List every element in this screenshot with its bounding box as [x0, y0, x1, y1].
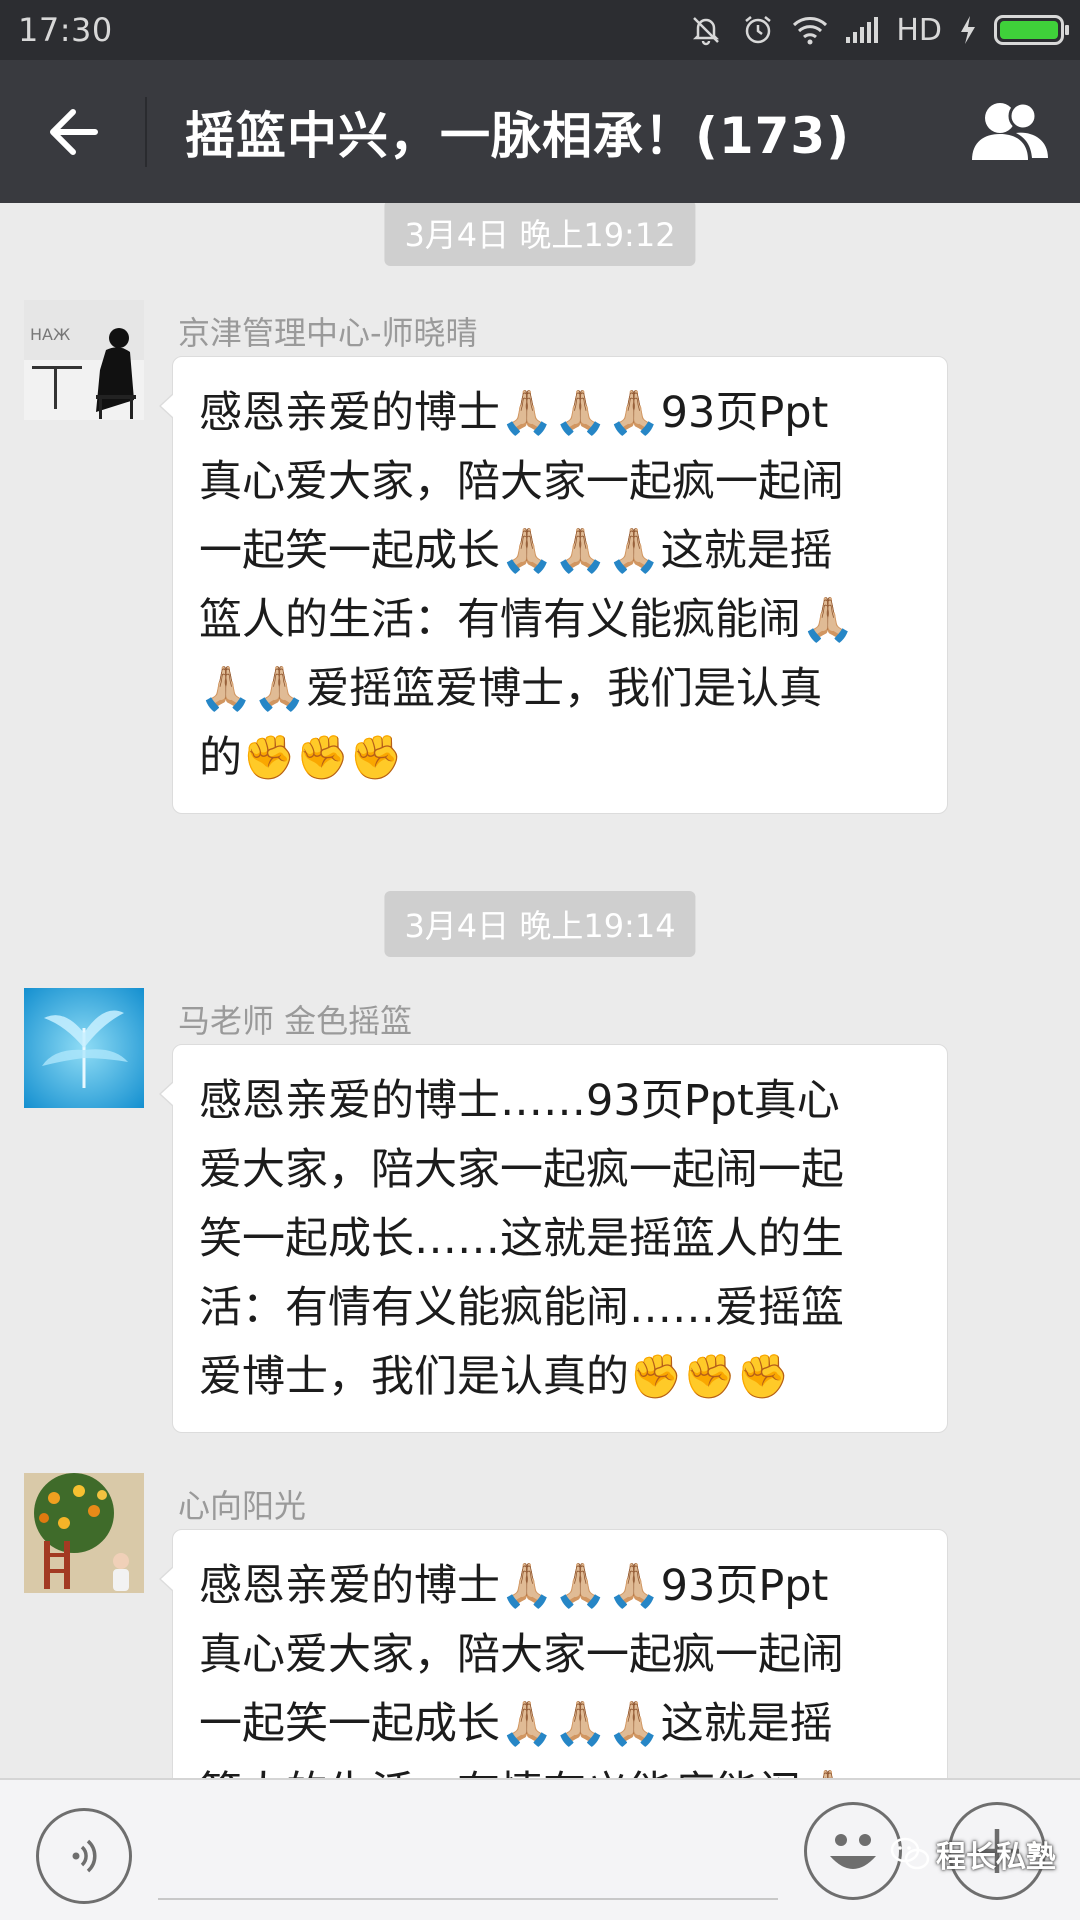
network-type: HD [896, 12, 942, 48]
message-bubble[interactable]: 感恩亲爱的博士……93页Ppt真心 爱大家，陪大家一起疯一起闹一起 笑一起成长…… [159, 1044, 948, 1433]
back-arrow-icon [49, 108, 98, 155]
message-bubble[interactable]: 感恩亲爱的博士🙏🏼🙏🏼🙏🏼93页Ppt 真心爱大家，陪大家一起疯一起闹 一起笑一… [159, 356, 948, 814]
message-line: 爱大家，陪大家一起疯一起闹一起 [199, 1145, 844, 1195]
chat-header: 摇篮中兴，一脉相承！(173) [0, 60, 1080, 203]
battery-fill [1000, 21, 1058, 39]
voice-icon [72, 1839, 97, 1873]
mute-icon [688, 12, 724, 48]
message-line: 篮人的生活：有情有义能疯能闹🙏🏼 [199, 595, 855, 645]
avatar[interactable] [24, 988, 144, 1108]
voice-button[interactable] [36, 1808, 132, 1904]
sender-name: 京津管理中心-师晓晴 [178, 314, 478, 352]
message-bubble[interactable]: 感恩亲爱的博士🙏🏼🙏🏼🙏🏼93页Ppt 真心爱大家，陪大家一起疯一起闹 一起笑一… [159, 1529, 948, 1778]
message-line: 篮人的生活：有情有义能疯能闹🙏🏼 [199, 1759, 921, 1778]
status-icons: HD [688, 12, 1069, 48]
group-members-icon [972, 101, 1048, 160]
message-line: 笑一起成长……这就是摇篮人的生 [199, 1214, 844, 1264]
message-line: 一起笑一起成长🙏🏼🙏🏼🙏🏼这就是摇 [199, 1699, 833, 1749]
message-line: 🙏🏼🙏🏼爱摇篮爱博士，我们是认真 [199, 664, 823, 714]
status-time: 17:30 [18, 11, 113, 49]
wechat-logo-icon [890, 1837, 930, 1870]
sender-name: 心向阳光 [178, 1487, 307, 1525]
message-line: 真心爱大家，陪大家一起疯一起闹 [199, 457, 844, 507]
alarm-icon [740, 12, 776, 48]
message-line: 的✊✊✊ [199, 733, 403, 783]
message-line: 感恩亲爱的博士🙏🏼🙏🏼🙏🏼93页Ppt [199, 1561, 829, 1611]
message-line: 一起笑一起成长🙏🏼🙏🏼🙏🏼这就是摇 [199, 526, 833, 576]
message-input[interactable] [158, 1800, 778, 1900]
back-button[interactable] [0, 60, 145, 203]
chat-message-list[interactable]: 3月4日 晚上19:12 HAЖ 京津管理中心-师晓晴 感恩亲爱的博士🙏🏼🙏🏼🙏… [0, 203, 1080, 1778]
avatar[interactable]: HAЖ [24, 300, 144, 420]
message-line: 活：有情有义能疯能闹……爱摇篮 [199, 1283, 844, 1333]
wifi-icon [792, 12, 828, 48]
emoji-icon [830, 1834, 876, 1869]
watermark-text: 程长私塾 [936, 1840, 1056, 1875]
signal-icon [844, 12, 880, 48]
charging-icon [958, 12, 978, 48]
timestamp: 3月4日 晚上19:14 [384, 891, 696, 957]
message-line: 真心爱大家，陪大家一起疯一起闹 [199, 1630, 844, 1680]
sender-name: 马老师 金色摇篮 [178, 1002, 413, 1040]
status-bar: 17:30 HD [0, 0, 1080, 60]
battery-icon [994, 15, 1069, 45]
watermark: 程长私塾 [890, 1832, 1056, 1876]
message-line: 感恩亲爱的博士……93页Ppt真心 [199, 1076, 840, 1126]
avatar[interactable] [24, 1473, 144, 1593]
svg-text:HAЖ: HAЖ [30, 325, 70, 344]
message-line: 爱博士，我们是认真的✊✊✊ [199, 1352, 790, 1402]
timestamp: 3月4日 晚上19:12 [384, 203, 696, 266]
chat-title: 摇篮中兴，一脉相承！(173) [185, 106, 851, 165]
message-line: 感恩亲爱的博士🙏🏼🙏🏼🙏🏼93页Ppt [199, 388, 829, 438]
emoji-button[interactable] [804, 1802, 902, 1900]
group-members-button[interactable] [940, 60, 1080, 203]
